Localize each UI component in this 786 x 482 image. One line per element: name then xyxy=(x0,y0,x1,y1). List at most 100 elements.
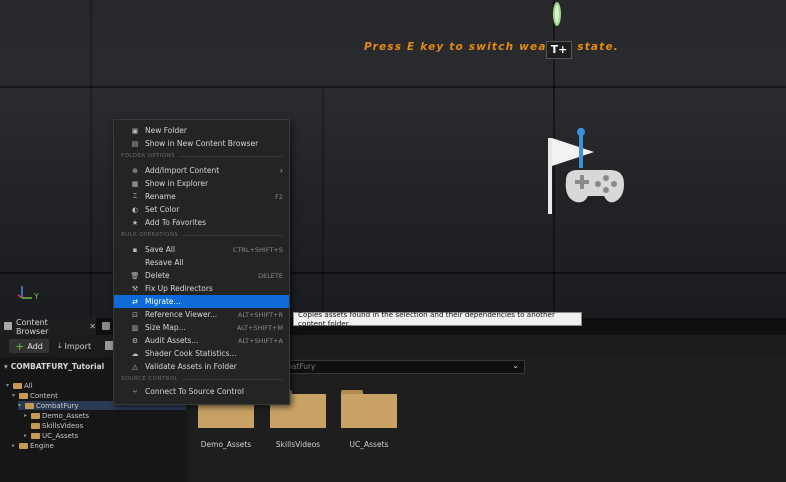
chevron-down-icon: ▾ xyxy=(12,392,16,399)
tab-icon[interactable] xyxy=(102,322,110,330)
project-title: COMBATFURY_Tutorial xyxy=(10,362,105,371)
menu-item-label: Save All xyxy=(145,245,176,254)
tree-item-uc-assets[interactable]: ▸ UC_Assets xyxy=(24,431,78,440)
tree-item-label: UC_Assets xyxy=(42,431,79,440)
folder-name: UC_Assets xyxy=(349,440,389,449)
chevron-down-icon: ▾ xyxy=(6,382,10,389)
section-header: BULK OPERATIONS xyxy=(121,231,283,239)
menu-item-label: Show in Explorer xyxy=(145,179,209,188)
context-menu: ▣ New Folder ▤ Show in New Content Brows… xyxy=(113,119,290,405)
menu-item-label: Size Map... xyxy=(145,323,186,332)
menu-item-show-in-new-content-browser[interactable]: ▤ Show in New Content Browser xyxy=(114,137,289,150)
menu-item-fix-up-redirectors[interactable]: ⚒ Fix Up Redirectors xyxy=(114,282,289,295)
tab-label: Content Browser xyxy=(16,317,49,336)
folder-tile-uc-assets[interactable]: UC_Assets xyxy=(333,390,405,449)
floor-seam xyxy=(322,88,324,318)
axis-y-label: Y xyxy=(34,292,39,301)
menu-item-label: Add/Import Content xyxy=(145,166,220,175)
chevron-down-icon: ▾ xyxy=(18,402,22,409)
section-header: FOLDER OPTIONS xyxy=(121,152,283,160)
menu-item-label: Add To Favorites xyxy=(145,218,207,227)
folder-icon xyxy=(19,442,28,449)
menu-item-size-map[interactable]: ▥ Size Map... ALT+SHIFT+M xyxy=(114,321,289,334)
tree-item-engine[interactable]: ▸ Engine xyxy=(12,441,54,450)
tree-item-label: SkillsVideos xyxy=(42,421,84,430)
tree-item-demo-assets[interactable]: ▸ Demo_Assets xyxy=(24,411,89,420)
menu-item-label: Reference Viewer... xyxy=(145,310,218,319)
axis-gizmo-icon xyxy=(17,286,32,299)
chevron-right-icon: ▸ xyxy=(12,442,16,449)
menu-item-shader-cook-statistics[interactable]: ☁ Shader Cook Statistics... xyxy=(114,347,289,360)
menu-item-reference-viewer[interactable]: ⊡ Reference Viewer... ALT+SHIFT+R xyxy=(114,308,289,321)
menu-item-set-color[interactable]: ◐ Set Color xyxy=(114,203,289,216)
save-icon: ▪ xyxy=(132,245,138,254)
add-button[interactable]: + Add xyxy=(9,339,49,353)
chevron-right-icon: ▸ xyxy=(24,432,28,439)
tree-item-label: Demo_Assets xyxy=(42,411,90,420)
tree-item-skillsvideos[interactable]: SkillsVideos xyxy=(24,421,83,430)
onscreen-hint-text: Press E key to switch weapon state. xyxy=(364,41,619,53)
floor-seam xyxy=(90,0,92,318)
menu-item-label: Rename xyxy=(145,192,176,201)
folder-icon xyxy=(25,402,34,409)
menu-item-add-import-content[interactable]: ⊕ Add/Import Content › xyxy=(114,164,289,177)
shortcut-label: DELETE xyxy=(258,271,283,280)
floor-seam xyxy=(0,86,786,88)
migrate-tooltip: Copies assets found in the selection and… xyxy=(293,310,582,328)
menu-item-audit-assets[interactable]: ⚙ Audit Assets... ALT+SHIFT+A xyxy=(114,334,289,347)
close-icon[interactable]: ✕ xyxy=(89,322,96,331)
search-text: batFury xyxy=(287,362,316,371)
menu-item-new-folder[interactable]: ▣ New Folder xyxy=(114,124,289,137)
save-icon[interactable] xyxy=(105,341,113,350)
tree-item-all[interactable]: ▾ All xyxy=(6,381,33,390)
shortcut-label: ALT+SHIFT+A xyxy=(237,336,283,345)
tree-item-label: Content xyxy=(30,391,58,400)
resave-icon xyxy=(130,258,140,267)
menu-item-label: Connect To Source Control xyxy=(145,387,244,396)
menu-item-show-in-explorer[interactable]: ▦ Show in Explorer xyxy=(114,177,289,190)
menu-item-connect-to-source-control[interactable]: ⑂ Connect To Source Control xyxy=(114,385,289,398)
color-icon: ◐ xyxy=(131,205,139,214)
menu-item-rename[interactable]: ⌶ Rename F2 xyxy=(114,190,289,203)
rename-icon: ⌶ xyxy=(132,192,138,200)
text-render-actor-icon[interactable]: T+ xyxy=(546,41,572,59)
transform-gizmo-icon[interactable] xyxy=(552,0,562,28)
search-input[interactable]: batFury ⌄ xyxy=(281,360,525,374)
folder-icon xyxy=(341,390,397,428)
menu-item-delete[interactable]: 🗑 Delete DELETE xyxy=(114,269,289,282)
tab-content-browser[interactable]: Content Browser ✕ xyxy=(0,317,96,336)
import-icon: ⤓ xyxy=(58,341,62,350)
menu-item-label: Fix Up Redirectors xyxy=(145,284,213,293)
star-icon: ★ xyxy=(131,218,139,227)
trash-icon: 🗑 xyxy=(130,271,140,280)
wrench-icon: ⚒ xyxy=(131,284,139,293)
chevron-down-icon[interactable]: ⌄ xyxy=(512,361,519,370)
content-browser-icon xyxy=(4,322,12,330)
menu-item-label: Audit Assets... xyxy=(145,336,199,345)
chevron-down-icon: ▾ xyxy=(4,362,8,371)
menu-item-migrate[interactable]: ⇄ Migrate... xyxy=(114,295,289,308)
folder-name: Demo_Assets xyxy=(200,440,252,449)
menu-item-label: Migrate... xyxy=(145,297,181,306)
import-label: Import xyxy=(64,341,92,351)
migrate-icon: ⇄ xyxy=(132,297,138,306)
menu-item-validate-assets[interactable]: △ Validate Assets in Folder xyxy=(114,360,289,373)
menu-item-label: Resave All xyxy=(145,258,184,267)
menu-item-resave-all[interactable]: Resave All xyxy=(114,256,289,269)
menu-item-add-to-favorites[interactable]: ★ Add To Favorites xyxy=(114,216,289,229)
folder-icon xyxy=(31,422,40,429)
folder-icon xyxy=(31,432,40,439)
shortcut-label: ALT+SHIFT+M xyxy=(236,323,283,332)
tree-item-label: All xyxy=(24,381,33,390)
import-button[interactable]: ⤓ Import xyxy=(58,339,91,353)
size-map-icon: ▥ xyxy=(131,323,139,332)
menu-item-label: Validate Assets in Folder xyxy=(145,362,237,371)
menu-item-label: New Folder xyxy=(145,126,187,135)
section-header: SOURCE CONTROL xyxy=(121,375,283,383)
explorer-icon: ▦ xyxy=(131,179,139,188)
plus-icon: + xyxy=(15,339,25,353)
tree-item-content[interactable]: ▾ Content xyxy=(12,391,58,400)
player-start-flag-icon[interactable] xyxy=(544,128,634,218)
menu-item-save-all[interactable]: ▪ Save All CTRL+SHIFT+S xyxy=(114,243,289,256)
new-folder-icon: ▣ xyxy=(131,126,139,135)
